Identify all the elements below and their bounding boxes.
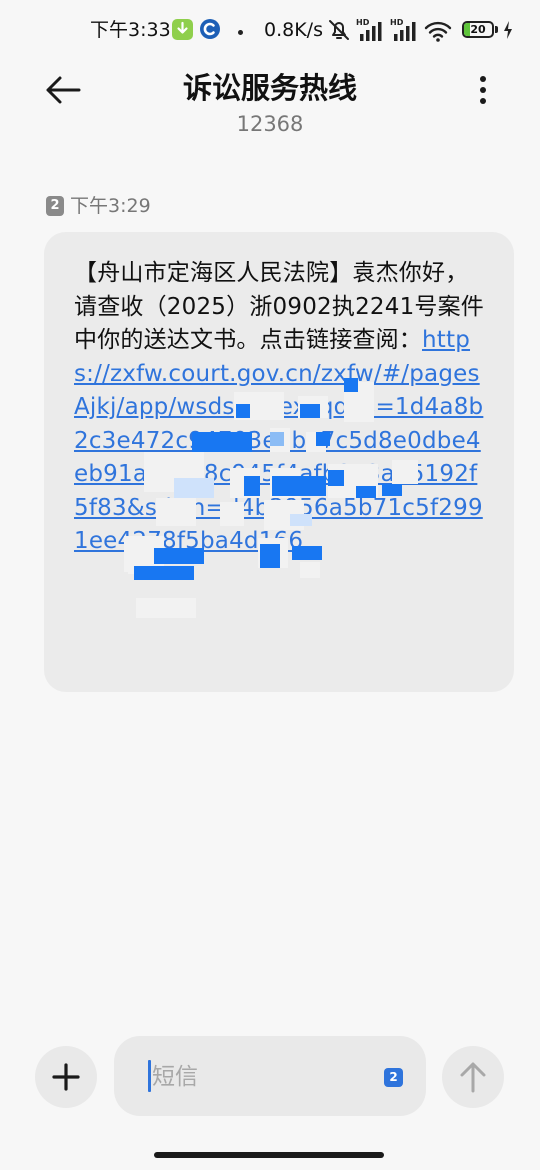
message-input[interactable]	[150, 1054, 374, 1100]
status-bar: 下午3:33 0.8K/s HD HD 20	[0, 0, 540, 60]
more-options-icon[interactable]	[470, 74, 496, 106]
message-input-container[interactable]: 2	[114, 1036, 426, 1116]
plus-icon	[52, 1063, 80, 1091]
battery-icon: 20	[462, 21, 494, 38]
wifi-icon	[424, 20, 452, 42]
mute-icon	[328, 18, 350, 42]
sim-slot-icon: 2	[46, 196, 64, 216]
charging-icon	[502, 20, 514, 40]
app-icon	[200, 19, 220, 39]
home-indicator[interactable]	[154, 1152, 384, 1158]
status-time: 下午3:33	[90, 19, 171, 41]
add-attachment-button[interactable]	[35, 1046, 97, 1108]
sms-conversation-screen: 下午3:33 0.8K/s HD HD 20 诉讼服务热线 12368 2 下午…	[0, 0, 540, 1170]
send-button[interactable]	[442, 1046, 504, 1108]
battery-cap	[495, 26, 498, 33]
sim-select-icon[interactable]: 2	[384, 1068, 403, 1087]
message-text: 【舟山市定海区人民法院】袁杰你好，请查收（2025）浙0902执2241号案件中…	[74, 257, 488, 559]
download-icon	[172, 19, 193, 40]
contact-title: 诉讼服务热线	[182, 71, 357, 105]
signal-hd-label: HD	[390, 18, 404, 27]
signal-hd-label: HD	[356, 18, 370, 27]
arrow-up-icon	[460, 1062, 486, 1093]
message-timestamp: 下午3:29	[70, 195, 151, 217]
network-speed: 0.8K/s	[264, 19, 323, 41]
battery-text: 20	[470, 23, 486, 36]
signal-icon: HD	[390, 18, 418, 42]
message-bubble[interactable]: 【舟山市定海区人民法院】袁杰你好，请查收（2025）浙0902执2241号案件中…	[44, 232, 514, 692]
contact-number: 12368	[236, 112, 304, 136]
message-link[interactable]: https://zxfw.court.gov.cn/zxfw/#/pagesAj…	[74, 327, 483, 554]
notification-dot-icon	[238, 30, 243, 35]
signal-icon: HD	[356, 18, 384, 42]
